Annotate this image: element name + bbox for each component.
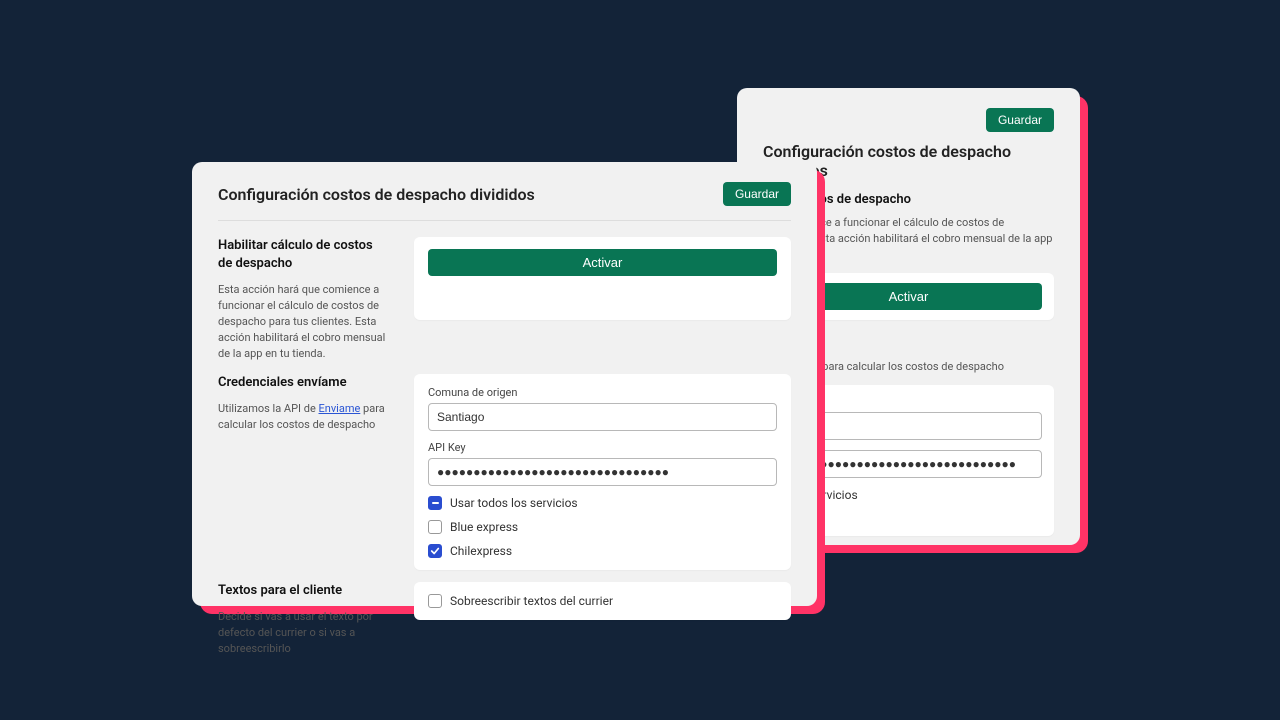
section-texts-info: Textos para el cliente Decide si vas a u… (218, 582, 388, 657)
checkbox-unchecked-icon (428, 594, 442, 608)
check-label: Chilexpress (450, 544, 512, 558)
apikey-label: API Key (428, 441, 777, 454)
texts-heading: Textos para el cliente (218, 582, 388, 600)
creds-heading: Credenciales envíame (218, 374, 388, 392)
front-card-header: Configuración costos de despacho dividid… (218, 182, 791, 221)
texts-panel: Sobreescribir textos del currier (414, 582, 791, 620)
section-enable-info: Habilitar cálculo de costos de despacho … (218, 237, 388, 362)
checkbox-indeterminate-icon (428, 496, 442, 510)
section-texts: Textos para el cliente Decide si vas a u… (218, 582, 791, 657)
checkbox-unchecked-icon (428, 520, 442, 534)
enable-heading: Habilitar cálculo de costos de despacho (218, 237, 388, 272)
section-enable-body: Activar (414, 237, 791, 362)
section-texts-body: Sobreescribir textos del currier (414, 582, 791, 657)
front-config-card: Configuración costos de despacho dividid… (192, 162, 817, 606)
check-chilexpress[interactable]: Chilexpress (428, 544, 777, 558)
check-label: Sobreescribir textos del currier (450, 594, 613, 608)
section-credentials-info: Credenciales envíame Utilizamos la API d… (218, 374, 388, 570)
enable-desc: Esta acción hará que comience a funciona… (218, 282, 388, 362)
check-label: Blue express (450, 520, 518, 534)
activate-button[interactable]: Activar (428, 249, 777, 276)
check-blue-express[interactable]: Blue express (428, 520, 777, 534)
comuna-label: Comuna de origen (428, 386, 777, 399)
save-button[interactable]: Guardar (986, 108, 1054, 132)
text: para calcular los costos de despacho (820, 360, 1004, 373)
enviame-link[interactable]: Enviame (319, 402, 361, 415)
creds-desc: Utilizamos la API de Enviame para calcul… (218, 401, 388, 433)
activate-panel: Activar (414, 237, 791, 320)
comuna-input[interactable] (428, 403, 777, 431)
section-enable: Habilitar cálculo de costos de despacho … (218, 237, 791, 362)
check-overwrite-texts[interactable]: Sobreescribir textos del currier (428, 594, 777, 608)
check-all-services[interactable]: Usar todos los servicios (428, 496, 777, 510)
texts-desc: Decide si vas a usar el texto por defect… (218, 609, 388, 657)
check-label: Usar todos los servicios (450, 496, 578, 510)
apikey-input[interactable] (428, 458, 777, 486)
page-title: Configuración costos de despacho dividid… (218, 185, 535, 204)
checkbox-checked-icon (428, 544, 442, 558)
back-card-header: Guardar (763, 108, 1054, 142)
save-button[interactable]: Guardar (723, 182, 791, 206)
section-credentials: Credenciales envíame Utilizamos la API d… (218, 374, 791, 570)
credentials-panel: Comuna de origen API Key Usar todos los … (414, 374, 791, 570)
section-credentials-body: Comuna de origen API Key Usar todos los … (414, 374, 791, 570)
text: Utilizamos la API de (218, 402, 319, 415)
